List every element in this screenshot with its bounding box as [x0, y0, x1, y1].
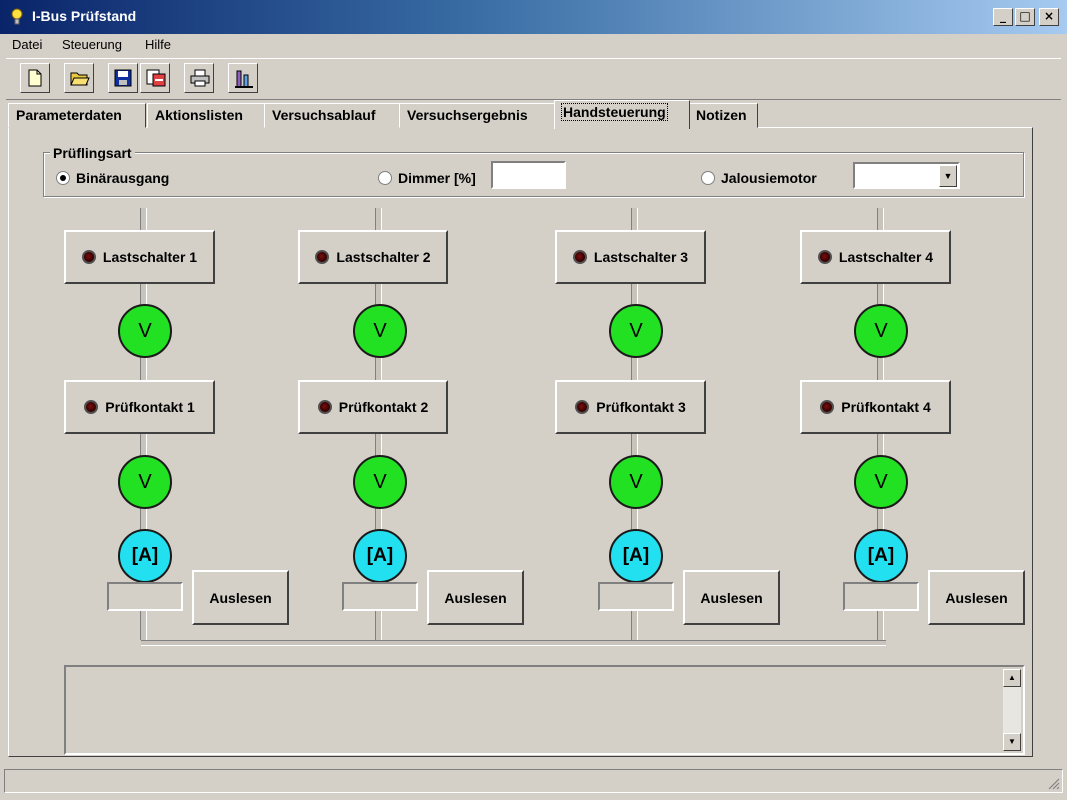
voltmeter-1: V — [118, 304, 172, 358]
new-file-button[interactable] — [20, 63, 50, 93]
amperemeter-3: [A] — [609, 529, 663, 583]
log-scrollbar[interactable]: ▲ ▼ — [1003, 669, 1021, 751]
led-icon — [575, 400, 590, 414]
auslesen-1-button[interactable]: Auslesen — [192, 570, 289, 625]
open-folder-icon — [70, 72, 90, 86]
save-icon — [114, 69, 132, 87]
voltmeter-2: V — [353, 304, 407, 358]
new-file-icon — [28, 69, 42, 87]
lastschalter-2-button[interactable]: Lastschalter 2 — [298, 230, 448, 284]
radio-dimmer[interactable]: Dimmer [%] — [378, 170, 476, 186]
tab-parameterdaten[interactable]: Parameterdaten — [8, 103, 146, 128]
export-button[interactable] — [140, 63, 170, 93]
amperemeter-1: [A] — [118, 529, 172, 583]
menu-hilfe[interactable]: Hilfe — [145, 37, 171, 52]
lightbulb-icon — [11, 8, 23, 25]
tab-handsteuerung[interactable]: Handsteuerung — [554, 100, 690, 129]
voltmeter-3: V — [609, 304, 663, 358]
print-icon — [190, 69, 210, 87]
print-button[interactable] — [184, 63, 214, 93]
pruefkontakt-1-button[interactable]: Prüfkontakt 1 — [64, 380, 215, 434]
bus-line — [141, 640, 886, 646]
tab-versuchsergebnis[interactable]: Versuchsergebnis — [399, 103, 556, 128]
led-icon — [317, 400, 332, 414]
status-bar — [4, 769, 1063, 793]
current-value-2 — [342, 582, 418, 611]
tab-aktionslisten[interactable]: Aktionslisten — [147, 103, 265, 128]
test-tube-icon — [235, 70, 253, 88]
radio-binaerausgang[interactable]: Binärausgang — [56, 170, 169, 186]
lastschalter-1-button[interactable]: Lastschalter 1 — [64, 230, 215, 284]
toolbar — [6, 58, 1061, 100]
chevron-down-icon[interactable]: ▼ — [939, 165, 957, 187]
open-file-button[interactable] — [64, 63, 94, 93]
scroll-down-icon[interactable]: ▼ — [1003, 733, 1021, 751]
amperemeter-4: [A] — [854, 529, 908, 583]
save-button[interactable] — [108, 63, 138, 93]
log-textarea[interactable]: ▲ ▼ — [64, 665, 1025, 755]
test-button[interactable] — [228, 63, 258, 93]
menu-bar: Datei Steuerung Hilfe — [0, 34, 1067, 56]
menu-datei[interactable]: Datei — [12, 37, 42, 52]
tab-notizen[interactable]: Notizen — [688, 103, 758, 128]
pruefkontakt-2-button[interactable]: Prüfkontakt 2 — [298, 380, 448, 434]
lastschalter-3-button[interactable]: Lastschalter 3 — [555, 230, 706, 284]
resize-grip-icon[interactable] — [1046, 776, 1060, 790]
current-value-3 — [598, 582, 674, 611]
pruflingsart-legend: Prüflingsart — [50, 145, 135, 161]
auslesen-2-button[interactable]: Auslesen — [427, 570, 524, 625]
title-bar: I-Bus Prüfstand _ □ × — [0, 0, 1067, 34]
maximize-button[interactable]: □ — [1015, 8, 1035, 26]
amperemeter-2: [A] — [353, 529, 407, 583]
window-title: I-Bus Prüfstand — [32, 8, 137, 24]
pruefkontakt-4-button[interactable]: Prüfkontakt 4 — [800, 380, 951, 434]
radio-indicator — [56, 171, 70, 185]
current-value-4 — [843, 582, 919, 611]
jalousiemotor-select[interactable]: ▼ — [853, 162, 960, 189]
current-value-1 — [107, 582, 183, 611]
close-button[interactable]: × — [1039, 8, 1059, 26]
voltmeter-4: V — [854, 304, 908, 358]
auslesen-3-button[interactable]: Auslesen — [683, 570, 780, 625]
dimmer-percent-input[interactable] — [491, 161, 566, 189]
export-icon — [146, 69, 166, 87]
radio-indicator — [378, 171, 392, 185]
led-icon — [315, 250, 330, 264]
scroll-up-icon[interactable]: ▲ — [1003, 669, 1021, 687]
voltmeter-2b: V — [353, 455, 407, 509]
auslesen-4-button[interactable]: Auslesen — [928, 570, 1025, 625]
radio-indicator — [701, 171, 715, 185]
lastschalter-4-button[interactable]: Lastschalter 4 — [800, 230, 951, 284]
led-icon — [84, 400, 99, 414]
led-icon — [820, 400, 835, 414]
voltmeter-4b: V — [854, 455, 908, 509]
radio-jalousiemotor[interactable]: Jalousiemotor — [701, 170, 817, 186]
minimize-button[interactable]: _ — [993, 8, 1013, 26]
led-icon — [81, 250, 96, 264]
pruefkontakt-3-button[interactable]: Prüfkontakt 3 — [555, 380, 706, 434]
tab-versuchsablauf[interactable]: Versuchsablauf — [264, 103, 400, 128]
voltmeter-1b: V — [118, 455, 172, 509]
menu-steuerung[interactable]: Steuerung — [62, 37, 122, 52]
led-icon — [817, 250, 832, 264]
voltmeter-3b: V — [609, 455, 663, 509]
led-icon — [572, 250, 587, 264]
